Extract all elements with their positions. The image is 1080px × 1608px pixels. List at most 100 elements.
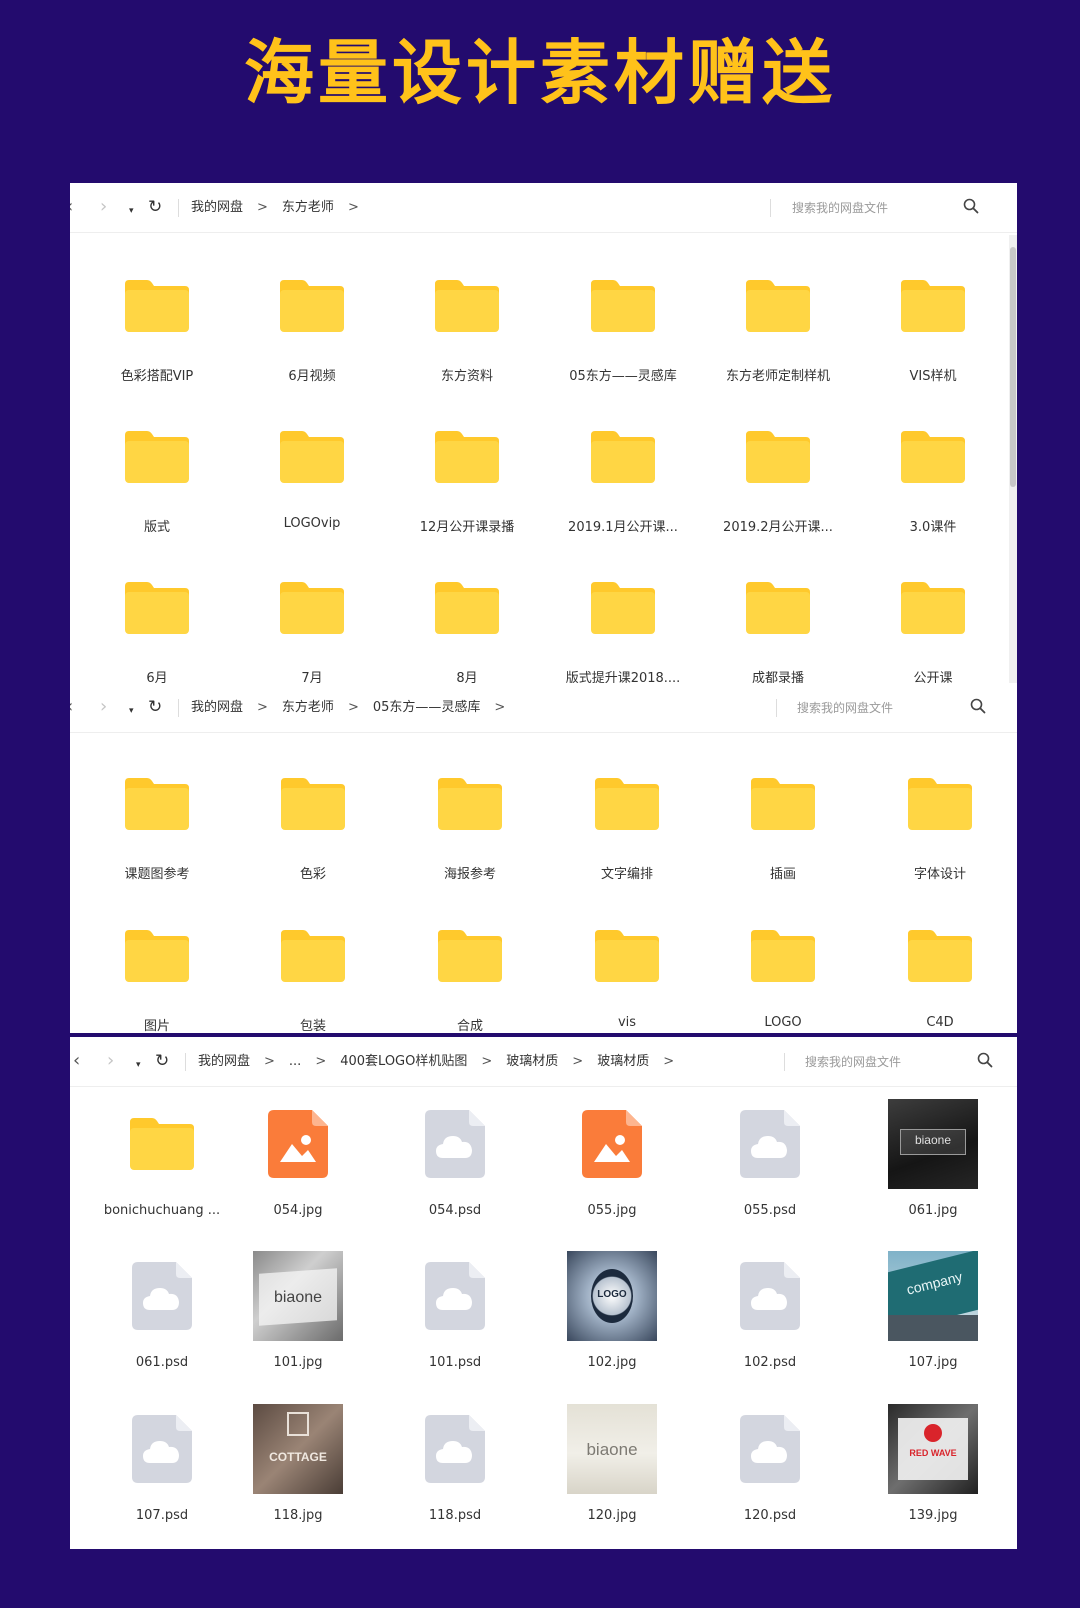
scrollbar-thumb[interactable] bbox=[1010, 247, 1016, 487]
folder-item[interactable]: VIS样机 bbox=[858, 261, 1008, 411]
breadcrumb: 我的网盘 > 东方老师 > bbox=[191, 199, 373, 217]
file-item[interactable]: 054.jpg bbox=[223, 1099, 373, 1249]
item-thumbnail bbox=[567, 1099, 657, 1189]
folder-item[interactable]: 包装 bbox=[238, 911, 388, 1033]
breadcrumb-item[interactable]: 05东方——灵感库 bbox=[373, 699, 481, 717]
file-item[interactable]: LOGO 102.jpg bbox=[537, 1251, 687, 1401]
file-item[interactable]: 055.psd bbox=[695, 1099, 845, 1249]
cloud-file-icon bbox=[740, 1262, 800, 1330]
folder-item[interactable]: 版式提升课2018.... bbox=[548, 563, 698, 683]
refresh-icon[interactable]: ↻ bbox=[148, 697, 162, 717]
breadcrumb-item[interactable]: 400套LOGO样机贴图 bbox=[340, 1053, 467, 1071]
item-thumbnail bbox=[422, 412, 512, 502]
folder-item[interactable]: 2019.1月公开课... bbox=[548, 412, 698, 562]
item-thumbnail bbox=[267, 563, 357, 653]
breadcrumb-item[interactable]: 东方老师 bbox=[282, 699, 334, 717]
file-item[interactable]: 055.jpg bbox=[537, 1099, 687, 1249]
folder-item[interactable]: 图片 bbox=[82, 911, 232, 1033]
refresh-icon[interactable]: ↻ bbox=[155, 1051, 169, 1071]
item-thumbnail bbox=[425, 759, 515, 849]
refresh-icon[interactable]: ↻ bbox=[148, 197, 162, 217]
breadcrumb-separator: > bbox=[663, 1054, 675, 1069]
folder-item[interactable]: 东方资料 bbox=[392, 261, 542, 411]
folder-item[interactable]: 05东方——灵感库 bbox=[548, 261, 698, 411]
item-label: 色彩搭配VIP bbox=[120, 369, 194, 384]
folder-item[interactable]: LOGO bbox=[708, 911, 858, 1033]
file-item[interactable]: RED WAVE 139.jpg bbox=[858, 1404, 1008, 1549]
item-label: 055.psd bbox=[743, 1203, 797, 1218]
search-icon[interactable] bbox=[977, 1052, 995, 1070]
folder-item[interactable]: 公开课 bbox=[858, 563, 1008, 683]
search-input[interactable]: 搜索我的网盘文件 bbox=[797, 699, 893, 717]
file-item[interactable]: 101.psd bbox=[380, 1251, 530, 1401]
back-button[interactable]: ‹ bbox=[73, 1051, 80, 1071]
breadcrumb-item[interactable]: 玻璃材质 bbox=[597, 1053, 649, 1071]
cloud-file-icon bbox=[740, 1110, 800, 1178]
folder-item[interactable]: C4D bbox=[865, 911, 1015, 1033]
folder-item[interactable]: 东方老师定制样机 bbox=[703, 261, 853, 411]
folder-item[interactable]: vis bbox=[552, 911, 702, 1033]
folder-item[interactable]: 12月公开课录播 bbox=[392, 412, 542, 562]
history-dropdown-icon[interactable]: ▾ bbox=[136, 1055, 141, 1075]
search-icon[interactable] bbox=[970, 698, 988, 716]
item-thumbnail bbox=[888, 563, 978, 653]
file-item[interactable]: biaone 101.jpg bbox=[223, 1251, 373, 1401]
headline: 海量设计素材赠送 bbox=[244, 32, 836, 114]
item-thumbnail bbox=[410, 1099, 500, 1189]
forward-button[interactable]: › bbox=[100, 697, 107, 717]
file-item[interactable]: biaone 061.jpg bbox=[858, 1099, 1008, 1249]
breadcrumb-item[interactable]: 我的网盘 bbox=[191, 199, 243, 217]
folder-item[interactable]: 海报参考 bbox=[395, 759, 545, 909]
file-item[interactable]: 054.psd bbox=[380, 1099, 530, 1249]
folder-item[interactable]: 版式 bbox=[82, 412, 232, 562]
item-label: 7月 bbox=[301, 671, 323, 683]
folder-item[interactable]: 3.0课件 bbox=[858, 412, 1008, 562]
file-item[interactable]: COTTAGE 118.jpg bbox=[223, 1404, 373, 1549]
search-input[interactable]: 搜索我的网盘文件 bbox=[792, 199, 888, 217]
folder-item[interactable]: 色彩 bbox=[238, 759, 388, 909]
folder-item[interactable]: bonichuchuang ... bbox=[87, 1099, 237, 1249]
forward-button[interactable]: › bbox=[107, 1051, 114, 1071]
toolbar-divider bbox=[178, 699, 179, 717]
forward-button[interactable]: › bbox=[100, 197, 107, 217]
breadcrumb-item[interactable]: 我的网盘 bbox=[198, 1053, 250, 1071]
image-file-icon bbox=[268, 1110, 328, 1178]
folder-item[interactable]: 6月 bbox=[82, 563, 232, 683]
scrollbar[interactable] bbox=[1009, 235, 1017, 683]
folder-item[interactable]: 2019.2月公开课... bbox=[703, 412, 853, 562]
item-label: 055.jpg bbox=[587, 1203, 637, 1218]
breadcrumb-item[interactable]: 我的网盘 bbox=[191, 699, 243, 717]
history-dropdown-icon[interactable]: ▾ bbox=[129, 701, 134, 721]
file-item[interactable]: company 107.jpg bbox=[858, 1251, 1008, 1401]
folder-item[interactable]: 7月 bbox=[237, 563, 387, 683]
search-icon[interactable] bbox=[963, 198, 981, 216]
folder-item[interactable]: 插画 bbox=[708, 759, 858, 909]
file-item[interactable]: biaone 120.jpg bbox=[537, 1404, 687, 1549]
folder-item[interactable]: 8月 bbox=[392, 563, 542, 683]
folder-item[interactable]: 合成 bbox=[395, 911, 545, 1033]
folder-icon bbox=[125, 778, 189, 830]
folder-icon bbox=[125, 280, 189, 332]
file-item[interactable]: 118.psd bbox=[380, 1404, 530, 1549]
back-button[interactable]: ‹ bbox=[70, 697, 73, 717]
folder-item[interactable]: 6月视频 bbox=[237, 261, 387, 411]
history-dropdown-icon[interactable]: ▾ bbox=[129, 201, 134, 221]
file-item[interactable]: 102.psd bbox=[695, 1251, 845, 1401]
folder-item[interactable]: 色彩搭配VIP bbox=[82, 261, 232, 411]
toolbar: ‹ › ▾ ↻ 我的网盘 >... >400套LOGO样机贴图 > 玻璃材质 > 玻璃材质 > 搜索我的… bbox=[70, 1037, 1017, 1087]
item-thumbnail bbox=[422, 261, 512, 351]
folder-item[interactable]: 成都录播 bbox=[703, 563, 853, 683]
folder-item[interactable]: 文字编排 bbox=[552, 759, 702, 909]
folder-item[interactable]: 课题图参考 bbox=[82, 759, 232, 909]
folder-item[interactable]: LOGOvip bbox=[237, 412, 387, 562]
breadcrumb-item[interactable]: 玻璃材质 bbox=[506, 1053, 558, 1071]
breadcrumb-item[interactable]: 东方老师 bbox=[282, 199, 334, 217]
item-thumbnail bbox=[725, 1251, 815, 1341]
file-item[interactable]: 107.psd bbox=[87, 1404, 237, 1549]
file-item[interactable]: 120.psd bbox=[695, 1404, 845, 1549]
folder-item[interactable]: 字体设计 bbox=[865, 759, 1015, 909]
search-input[interactable]: 搜索我的网盘文件 bbox=[805, 1053, 901, 1071]
breadcrumb-item[interactable]: ... bbox=[289, 1053, 301, 1071]
back-button[interactable]: ‹ bbox=[70, 197, 73, 217]
file-item[interactable]: 061.psd bbox=[87, 1251, 237, 1401]
